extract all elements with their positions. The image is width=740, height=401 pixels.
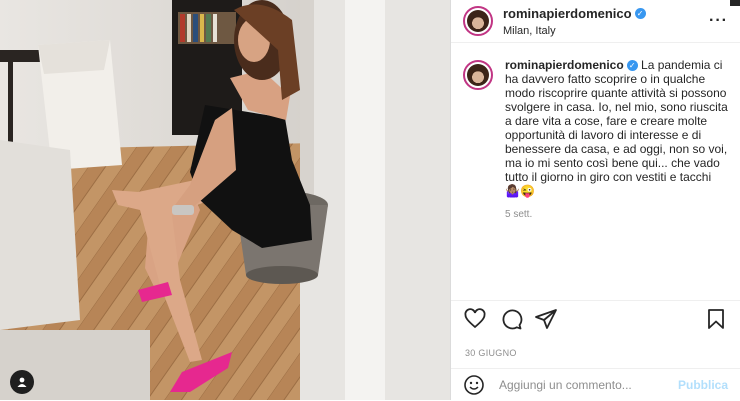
comment-icon[interactable] bbox=[499, 307, 523, 331]
post-image bbox=[0, 0, 450, 400]
publish-button[interactable]: Pubblica bbox=[678, 378, 728, 392]
smiley-icon[interactable] bbox=[463, 374, 485, 396]
paper-plane-icon[interactable] bbox=[534, 307, 558, 331]
tagged-user-button[interactable] bbox=[10, 370, 34, 394]
post-actions bbox=[451, 300, 740, 334]
heart-icon[interactable] bbox=[463, 307, 487, 331]
comment-bar: Pubblica bbox=[451, 368, 740, 401]
comment-input[interactable] bbox=[497, 377, 678, 393]
caption-text-wrap: rominapierdomenico ✓ La pandemia ci ha da… bbox=[505, 58, 728, 222]
username-row: rominapierdomenico ✓ bbox=[503, 5, 709, 23]
instagram-post-view: rominapierdomenico ✓ Milan, Italy ··· rom… bbox=[0, 0, 740, 400]
caption-text: La pandemia ci ha davvero fatto scoprire… bbox=[505, 58, 728, 198]
more-options-icon[interactable]: ··· bbox=[709, 12, 728, 30]
user-icon bbox=[17, 377, 27, 387]
caption-block: rominapierdomenico ✓ La pandemia ci ha da… bbox=[463, 58, 728, 222]
verified-badge-icon: ✓ bbox=[626, 60, 638, 72]
verified-badge-icon: ✓ bbox=[634, 8, 646, 20]
post-photo[interactable] bbox=[0, 0, 450, 400]
username-link[interactable]: rominapierdomenico bbox=[503, 6, 632, 21]
caption-username-link[interactable]: rominapierdomenico bbox=[505, 58, 624, 72]
corner-mark bbox=[730, 0, 740, 6]
post-time-ago[interactable]: 5 sett. bbox=[505, 208, 728, 222]
avatar[interactable] bbox=[463, 6, 493, 36]
post-date: 30 GIUGNO bbox=[465, 348, 517, 358]
bookmark-icon[interactable] bbox=[704, 307, 728, 331]
post-sidebar: rominapierdomenico ✓ Milan, Italy ··· rom… bbox=[450, 0, 740, 400]
post-header-text: rominapierdomenico ✓ Milan, Italy bbox=[503, 5, 709, 37]
location-link[interactable]: Milan, Italy bbox=[503, 25, 709, 37]
caption-avatar[interactable] bbox=[463, 60, 493, 90]
post-header: rominapierdomenico ✓ Milan, Italy ··· bbox=[451, 0, 740, 43]
